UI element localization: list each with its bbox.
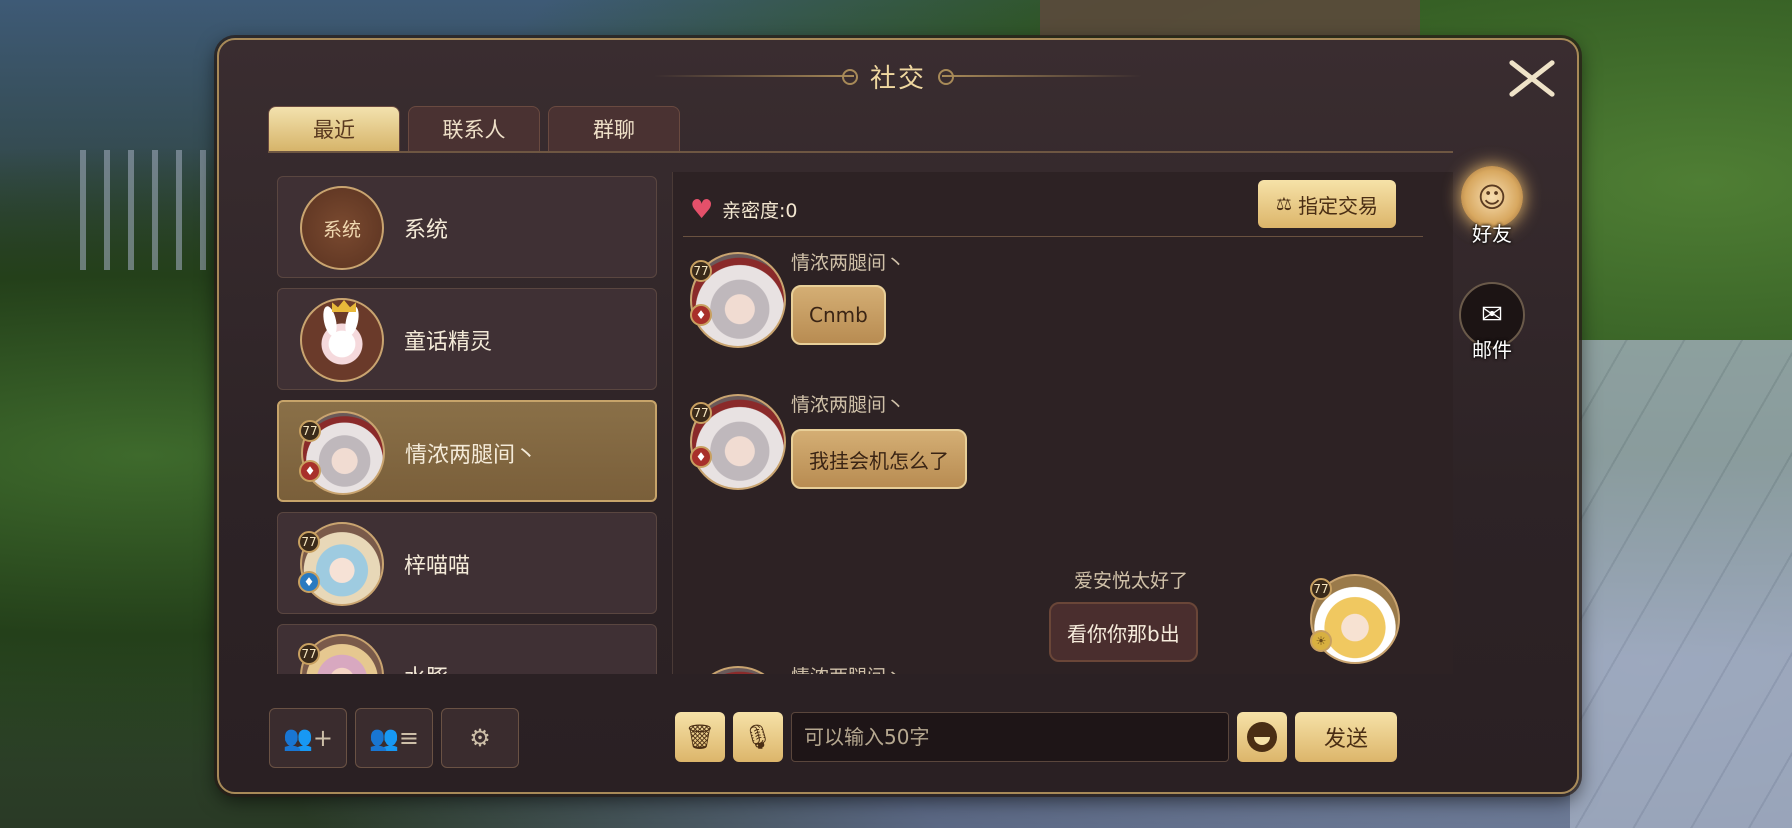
contact-item-active[interactable]: 77 ♦ 情浓两腿间丶 [277,400,657,502]
trade-button-label: 指定交易 [1298,193,1379,218]
avatar-rabbit [300,298,384,382]
level-badge: 77 [690,260,712,282]
side-nav-label: 好友 [1472,222,1512,246]
tab-underline [268,151,1453,153]
level-badge: 77 [298,643,320,665]
friend-list-icon: 👥≡ [369,724,419,752]
sender-name: 情浓两腿间丶 [791,662,905,674]
title-ornament-right [938,69,1142,85]
contact-list[interactable]: 系统 系统 童话精灵 77 ♦ 情浓两腿间丶 77 ♦ 梓喵喵 77 水豚 [277,172,661,674]
chat-divider [683,236,1423,237]
contact-name: 情浓两腿间丶 [405,443,538,468]
side-nav-mail[interactable]: ✉ 邮件 [1452,282,1532,362]
chat-area[interactable]: ♥ 亲密度:0 ⚖ 指定交易 77 ♦ 情浓两腿间丶 Cnmb 77 ♦ 情浓两… [672,172,1453,674]
title-bar: 社交 [219,54,1577,98]
message-bubble[interactable]: Cnmb [791,285,886,345]
level-badge: 77 [298,531,320,553]
side-nav-friends[interactable]: ☺ 好友 [1452,166,1532,246]
message-input[interactable] [791,712,1229,762]
emoji-icon [1247,722,1277,752]
level-badge: 77 [1310,578,1332,600]
level-badge: 77 [690,402,712,424]
contact-item-system[interactable]: 系统 系统 [277,176,657,278]
message-bubble[interactable]: 看你你那b出 [1049,602,1198,662]
water-class-icon: ♦ [298,571,320,593]
contact-tools: 👥+ 👥≡ ⚙ [269,708,519,768]
crown-icon [332,300,356,312]
microphone-icon: 🎙 [742,723,774,751]
tab-recent[interactable]: 最近 [268,106,400,151]
sender-name: 情浓两腿间丶 [791,394,906,416]
designated-trade-button[interactable]: ⚖ 指定交易 [1258,180,1396,228]
heart-icon: ♥ [690,194,714,225]
level-badge: 77 [299,420,321,442]
contact-name: 童话精灵 [404,330,493,355]
emoji-button[interactable] [1237,712,1287,762]
add-friend-icon: 👥+ [283,724,333,752]
intimacy-indicator: ♥ 亲密度:0 [690,196,798,223]
voice-button[interactable]: 🎙 [733,712,783,762]
avatar-system: 系统 [300,186,384,270]
contact-name: 系统 [404,218,449,243]
contact-name: 水豚 [404,660,448,674]
scale-icon: ⚖ [1275,193,1293,215]
message-bubble[interactable]: 我挂会机怎么了 [791,429,967,489]
title-ornament-left [653,69,858,85]
add-friend-button[interactable]: 👥+ [269,708,347,768]
tab-group-chat[interactable]: 群聊 [548,106,680,151]
delete-button[interactable]: 🗑 [675,712,725,762]
send-button[interactable]: 发送 [1295,712,1397,762]
social-panel: 社交 最近 联系人 群聊 系统 系统 童话精灵 77 ♦ 情浓两腿间丶 77 ♦… [217,38,1579,794]
chat-input-bar: 🗑 🎙 发送 [675,712,1397,762]
fire-class-icon: ♦ [299,460,321,482]
fire-class-icon: ♦ [690,304,712,326]
contact-item-fairy[interactable]: 童话精灵 [277,288,657,390]
intimacy-label: 亲密度:0 [722,200,798,222]
sender-name: 爱安悦太好了 [1074,570,1189,592]
gear-icon: ⚙ [469,724,491,752]
background-fence [80,150,220,270]
trash-icon: 🗑 [684,723,716,751]
tab-bar: 最近 联系人 群聊 [268,106,680,151]
fire-class-icon: ♦ [690,446,712,468]
sender-avatar[interactable] [690,666,786,674]
contact-item[interactable]: 77 水豚 [277,624,657,674]
contact-item[interactable]: 77 ♦ 梓喵喵 [277,512,657,614]
tab-contacts[interactable]: 联系人 [408,106,540,151]
light-class-icon: ☀ [1310,630,1332,652]
side-nav-label: 邮件 [1472,338,1512,362]
friend-list-button[interactable]: 👥≡ [355,708,433,768]
panel-title: 社交 [869,63,926,94]
background-roof [1040,0,1420,36]
close-button[interactable] [1504,54,1558,104]
contact-name: 梓喵喵 [404,554,471,579]
background-stone-floor [1570,340,1792,828]
settings-button[interactable]: ⚙ [441,708,519,768]
sender-name: 情浓两腿间丶 [791,252,906,274]
